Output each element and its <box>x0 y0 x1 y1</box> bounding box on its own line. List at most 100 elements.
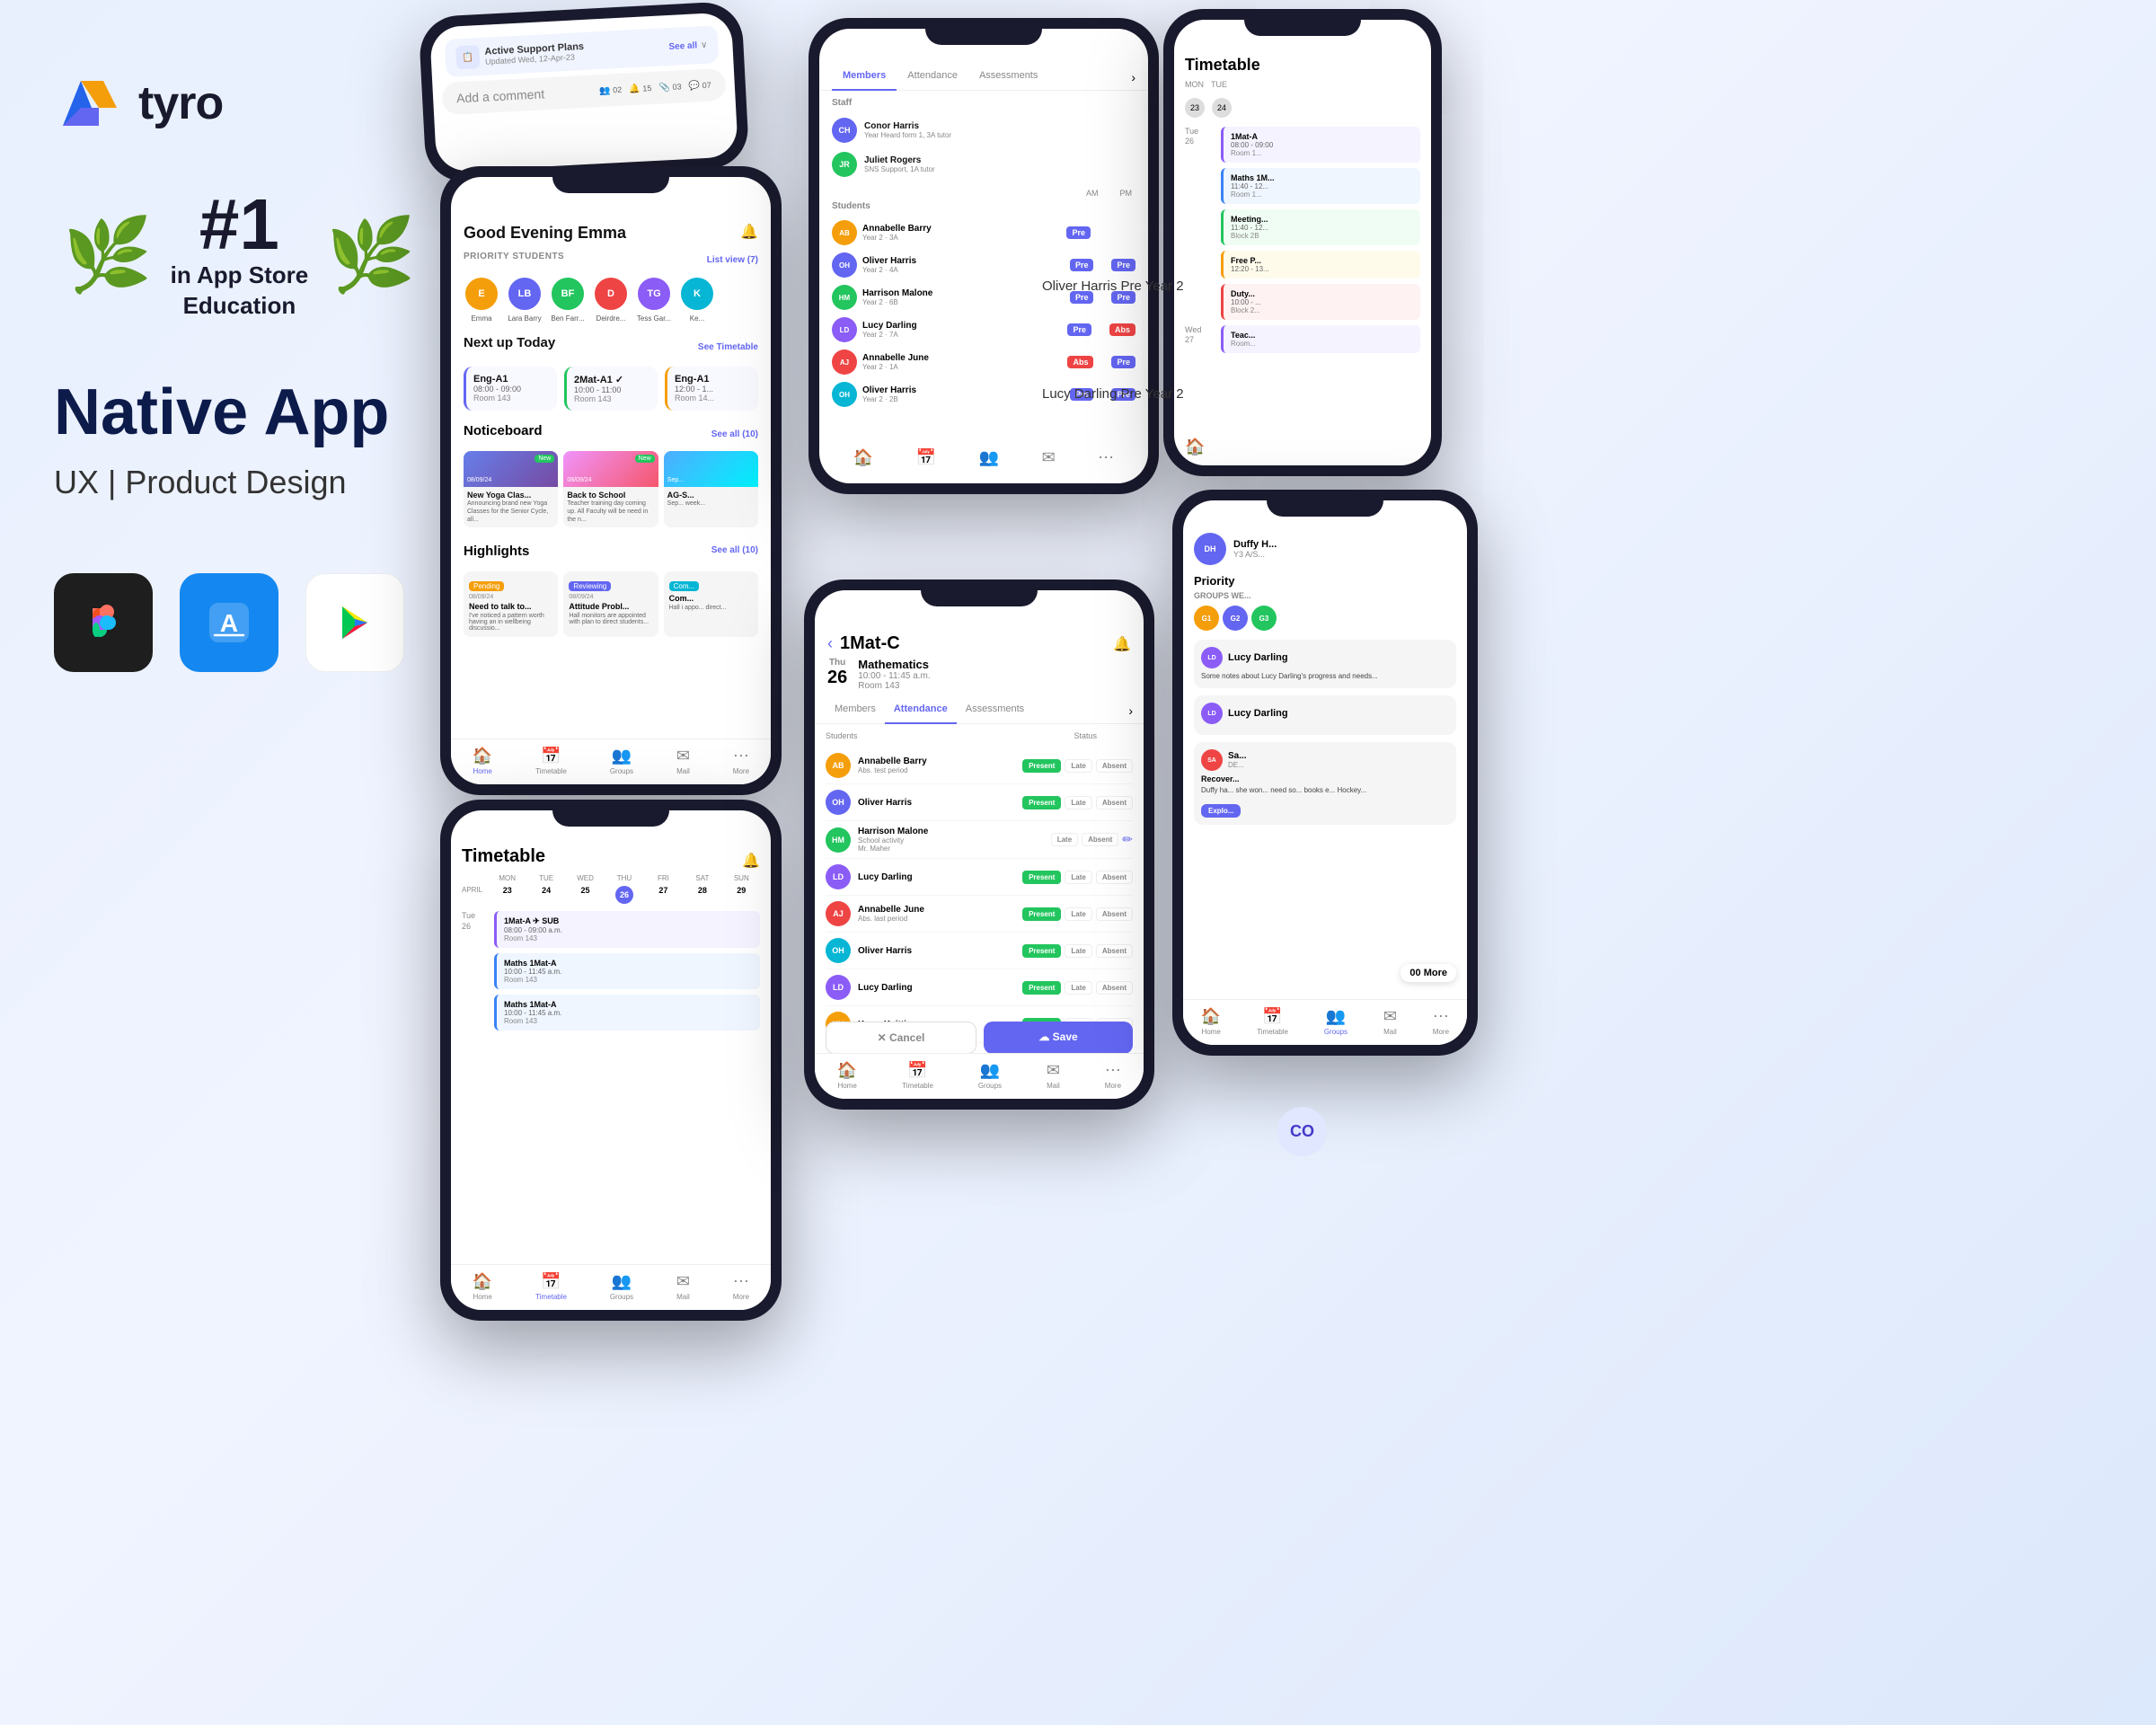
entry-1mat-a[interactable]: 1Mat-A 08:00 - 09:00 Room 1... <box>1221 127 1420 163</box>
nav-more-7[interactable]: ⋯ More <box>1433 1007 1449 1036</box>
nav-mail-icon[interactable]: ✉ <box>1042 448 1056 467</box>
nav-more-6[interactable]: ⋯ More <box>1105 1061 1121 1090</box>
tab-attendance[interactable]: Attendance <box>897 65 968 90</box>
nav-mail-7[interactable]: ✉ Mail <box>1383 1007 1397 1036</box>
btn-present-4[interactable]: Present <box>1022 871 1061 884</box>
see-all-10-link[interactable]: See all (10) <box>711 429 758 439</box>
btn-late-6[interactable]: Late <box>1065 944 1091 958</box>
highlight-pending[interactable]: Pending 08/09/24 Need to talk to... I've… <box>464 571 558 637</box>
class-2mat-a1[interactable]: 2Mat-A1 ✓ 10:00 - 11:00 Room 143 <box>564 367 658 411</box>
notice-yoga[interactable]: New 08/09/24 New Yoga Clas... Announcing… <box>464 451 558 527</box>
nav-home[interactable]: 🏠 Home <box>473 747 492 775</box>
att-tab-attendance[interactable]: Attendance <box>885 698 957 723</box>
lucy-darling-card-1[interactable]: LD Lucy Darling Some notes about Lucy Da… <box>1194 640 1456 688</box>
nav-groups-6[interactable]: 👥 Groups <box>978 1061 1002 1090</box>
nav-groups[interactable]: 👥 Groups <box>610 747 633 775</box>
cancel-button[interactable]: ✕ Cancel <box>826 1022 976 1054</box>
nav-timetable-icon[interactable]: 📅 <box>916 448 936 467</box>
figma-icon[interactable] <box>54 573 153 672</box>
att-oliver-harris-6: OH Oliver Harris Present Late Absent <box>826 784 1133 821</box>
nav-more-icon[interactable]: ⋯ <box>1098 448 1114 467</box>
btn-late-5[interactable]: Late <box>1065 907 1091 921</box>
btn-present-5[interactable]: Present <box>1022 907 1061 921</box>
nav-timetable-7[interactable]: 📅 Timetable <box>1257 1007 1288 1036</box>
nav-mail-5[interactable]: ✉ Mail <box>676 1272 690 1301</box>
nav-home-icon[interactable]: 🏠 <box>853 448 873 467</box>
bell-icon-5[interactable]: 🔔 <box>742 852 760 870</box>
btn-present-6[interactable]: Present <box>1022 944 1061 958</box>
btn-absent-3[interactable]: Absent <box>1082 833 1118 846</box>
phone-4-notch <box>1244 9 1361 36</box>
bell-icon-6[interactable]: 🔔 <box>1113 635 1131 653</box>
highlight-comment[interactable]: Com... Com... Hall i appo... direct... <box>664 571 758 637</box>
nav-mail-6[interactable]: ✉ Mail <box>1047 1061 1060 1090</box>
sam-recovery-card[interactable]: SA Sa... DE... Recover... Duffy ha... sh… <box>1194 742 1456 824</box>
btn-late-3[interactable]: Late <box>1051 833 1078 846</box>
see-all-link[interactable]: See all <box>668 40 697 52</box>
btn-late-2[interactable]: Late <box>1065 796 1091 809</box>
btn-absent-1[interactable]: Absent <box>1096 759 1133 773</box>
see-timetable-link[interactable]: See Timetable <box>698 342 758 352</box>
highlights-see-all[interactable]: See all (10) <box>711 545 758 555</box>
bell-icon[interactable]: 🔔 <box>740 223 758 241</box>
btn-present-1[interactable]: Present <box>1022 759 1061 773</box>
nav-timetable-5[interactable]: 📅 Timetable <box>535 1272 567 1301</box>
btn-late-7[interactable]: Late <box>1065 981 1091 995</box>
btn-absent-4[interactable]: Absent <box>1096 871 1133 884</box>
grid-entry-maths-1[interactable]: Maths 1Mat-A 10:00 - 11:45 a.m. Room 143 <box>494 953 760 989</box>
nav-timetable-6[interactable]: 📅 Timetable <box>902 1061 933 1090</box>
btn-absent-5[interactable]: Absent <box>1096 907 1133 921</box>
btn-late-4[interactable]: Late <box>1065 871 1091 884</box>
googleplay-icon[interactable] <box>305 573 404 672</box>
tab-members[interactable]: Members <box>832 65 897 90</box>
entry-duty[interactable]: Duty... 10:00 - ... Block 2... <box>1221 284 1420 320</box>
edit-icon-3[interactable]: ✏ <box>1122 832 1133 847</box>
notice-badge-new: New <box>535 455 554 463</box>
save-button[interactable]: ☁ Save <box>984 1022 1133 1054</box>
nav-groups-7[interactable]: 👥 Groups <box>1324 1007 1348 1036</box>
nav-more[interactable]: ⋯ More <box>733 747 749 775</box>
grid-entry-maths-2[interactable]: Maths 1Mat-A 10:00 - 11:45 a.m. Room 143 <box>494 995 760 1031</box>
col-sun-5: SUN <box>723 874 760 882</box>
btn-absent-7[interactable]: Absent <box>1096 981 1133 995</box>
btn-absent-2[interactable]: Absent <box>1096 796 1133 809</box>
nav-groups-icon[interactable]: 👥 <box>979 448 999 467</box>
nav-home-7[interactable]: 🏠 Home <box>1201 1007 1221 1036</box>
btn-late-1[interactable]: Late <box>1065 759 1091 773</box>
notice-back-to-school[interactable]: New 08/09/24 Back to School Teacher trai… <box>563 451 658 527</box>
nav-timetable[interactable]: 📅 Timetable <box>535 747 567 775</box>
nav-home-6[interactable]: 🏠 Home <box>837 1061 857 1090</box>
btn-present-7[interactable]: Present <box>1022 981 1061 995</box>
btn-absent-6[interactable]: Absent <box>1096 944 1133 958</box>
home-bottom-icon[interactable]: 🏠 <box>1185 438 1205 456</box>
student-annabelle-barry: AB Annabelle Barry Year 2 · 3A Pre <box>832 217 1135 249</box>
nav-more-5[interactable]: ⋯ More <box>733 1272 749 1301</box>
more-icon-7: ⋯ <box>1433 1007 1449 1026</box>
co-badge: CO <box>1277 1107 1327 1156</box>
list-view-button[interactable]: List view (7) <box>707 255 758 265</box>
entry-meeting[interactable]: Meeting... 11:40 - 12... Block 2B <box>1221 209 1420 245</box>
more-badge[interactable]: 00 More <box>1401 964 1456 982</box>
lucy-darling-card-2[interactable]: LD Lucy Darling <box>1194 695 1456 735</box>
nav-groups-5[interactable]: 👥 Groups <box>610 1272 633 1301</box>
logo-area: tyro <box>54 72 431 135</box>
btn-present-2[interactable]: Present <box>1022 796 1061 809</box>
nav-mail[interactable]: ✉ Mail <box>676 747 690 775</box>
class-eng-a1-2[interactable]: Eng-A1 12:00 - 1... Room 14... <box>665 367 758 411</box>
col-tue-5: TUE <box>527 874 564 882</box>
class-room-6: Room 143 <box>858 681 930 691</box>
nav-home-5[interactable]: 🏠 Home <box>473 1272 492 1301</box>
highlight-reviewing[interactable]: Reviewing 08/09/24 Attitude Probl... Hal… <box>563 571 658 637</box>
explore-button[interactable]: Explo... <box>1201 804 1241 818</box>
att-tab-assessments[interactable]: Assessments <box>957 698 1033 723</box>
notice-ag[interactable]: Sep... AG-S... Sep... week... <box>664 451 758 527</box>
entry-teach[interactable]: Teac... Room... <box>1221 325 1420 353</box>
appstore-icon[interactable]: A <box>180 573 278 672</box>
att-tab-members[interactable]: Members <box>826 698 885 723</box>
class-eng-a1[interactable]: Eng-A1 08:00 - 09:00 Room 143 <box>464 367 557 411</box>
day-23-grid: 23 <box>489 886 526 904</box>
entry-maths[interactable]: Maths 1M... 11:40 - 12... Room 1... <box>1221 168 1420 204</box>
grid-entry-1mat-a-sub[interactable]: 1Mat-A ✈ SUB 08:00 - 09:00 a.m. Room 143 <box>494 911 760 948</box>
back-arrow-icon[interactable]: ‹ <box>827 634 833 653</box>
tab-assessments[interactable]: Assessments <box>968 65 1048 90</box>
